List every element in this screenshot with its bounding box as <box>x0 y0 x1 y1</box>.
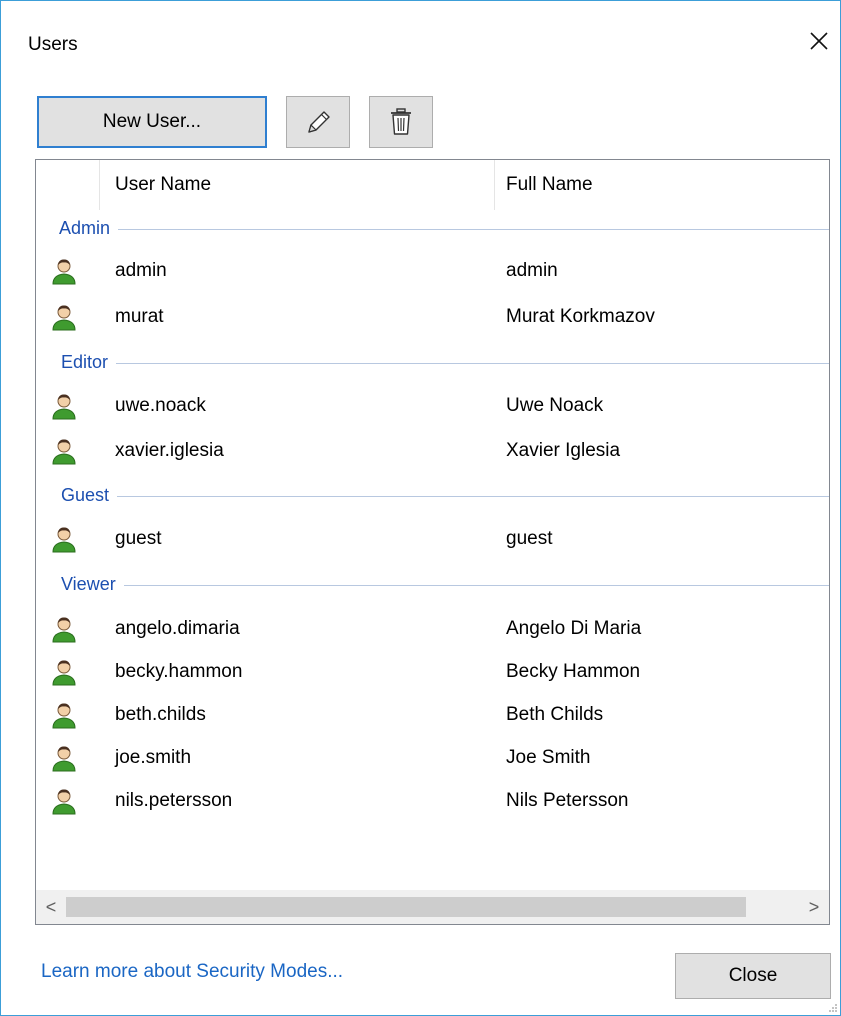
column-header-user-name[interactable]: User Name <box>115 160 211 210</box>
group-header-viewer: Viewer <box>36 571 829 601</box>
user-icon <box>52 439 76 465</box>
user-icon <box>52 305 76 331</box>
user-icon <box>52 660 76 686</box>
scroll-right-button[interactable]: > <box>799 890 829 924</box>
full-name-cell: Angelo Di Maria <box>506 618 642 639</box>
scroll-left-button[interactable]: < <box>36 890 66 924</box>
table-row[interactable]: murat Murat Korkmazov <box>36 296 829 339</box>
column-separator <box>99 160 100 210</box>
table-row[interactable]: beth.childs Beth Childs <box>36 694 829 737</box>
users-list[interactable]: User Name Full Name Admin admin admin mu… <box>35 159 830 925</box>
user-name-cell: xavier.iglesia <box>115 440 224 461</box>
group-divider <box>61 229 829 230</box>
close-button[interactable]: Close <box>675 953 831 999</box>
new-user-button[interactable]: New User... <box>37 96 267 148</box>
table-row[interactable]: nils.petersson Nils Petersson <box>36 780 829 823</box>
table-row[interactable]: xavier.iglesia Xavier Iglesia <box>36 430 829 473</box>
user-name-cell: beth.childs <box>115 704 206 725</box>
user-name-cell: uwe.noack <box>115 395 206 416</box>
close-icon[interactable] <box>807 29 831 53</box>
group-divider <box>61 585 829 586</box>
column-separator[interactable] <box>494 160 495 210</box>
edit-user-button[interactable] <box>286 96 350 148</box>
user-icon <box>52 789 76 815</box>
users-dialog: Users New User... User Name Full Name Ad… <box>0 0 841 1016</box>
group-label: Guest <box>61 485 118 506</box>
user-name-cell: nils.petersson <box>115 790 233 811</box>
resize-grip-icon[interactable] <box>828 1003 838 1013</box>
user-icon <box>52 703 76 729</box>
full-name-cell: Uwe Noack <box>506 395 604 416</box>
table-row[interactable]: angelo.dimaria Angelo Di Maria <box>36 608 829 651</box>
table-row[interactable]: becky.hammon Becky Hammon <box>36 651 829 694</box>
group-label: Viewer <box>61 574 124 595</box>
pencil-icon <box>308 111 330 133</box>
table-row[interactable]: uwe.noack Uwe Noack <box>36 385 829 428</box>
user-name-cell: becky.hammon <box>115 661 243 682</box>
full-name-cell: Nils Petersson <box>506 790 629 811</box>
full-name-cell: Becky Hammon <box>506 661 641 682</box>
scrollbar-thumb[interactable] <box>66 897 746 917</box>
group-header-editor: Editor <box>36 349 829 379</box>
user-icon <box>52 746 76 772</box>
learn-more-security-modes-link[interactable]: Learn more about Security Modes... <box>41 961 343 983</box>
group-header-guest: Guest <box>36 482 829 512</box>
group-label: Editor <box>61 352 117 373</box>
column-header-full-name[interactable]: Full Name <box>506 160 593 210</box>
horizontal-scrollbar[interactable]: < > <box>36 890 829 924</box>
user-name-cell: joe.smith <box>115 747 192 768</box>
trash-icon <box>391 108 411 135</box>
user-name-cell: angelo.dimaria <box>115 618 240 639</box>
user-icon <box>52 617 76 643</box>
group-label: Admin <box>59 218 119 239</box>
user-icon <box>52 527 76 553</box>
user-name-cell: admin <box>115 260 167 281</box>
table-row[interactable]: guest guest <box>36 518 829 561</box>
group-header-admin: Admin <box>36 215 829 245</box>
full-name-cell: Murat Korkmazov <box>506 306 655 327</box>
user-icon <box>52 259 76 285</box>
full-name-cell: Joe Smith <box>506 747 591 768</box>
table-row[interactable]: admin admin <box>36 250 829 293</box>
full-name-cell: guest <box>506 528 553 549</box>
user-name-cell: guest <box>115 528 162 549</box>
dialog-title: Users <box>28 34 78 55</box>
delete-user-button[interactable] <box>369 96 433 148</box>
user-icon <box>52 394 76 420</box>
full-name-cell: admin <box>506 260 558 281</box>
table-row[interactable]: joe.smith Joe Smith <box>36 737 829 780</box>
user-name-cell: murat <box>115 306 164 327</box>
group-divider <box>61 496 829 497</box>
full-name-cell: Xavier Iglesia <box>506 440 621 461</box>
full-name-cell: Beth Childs <box>506 704 604 725</box>
group-divider <box>61 363 829 364</box>
